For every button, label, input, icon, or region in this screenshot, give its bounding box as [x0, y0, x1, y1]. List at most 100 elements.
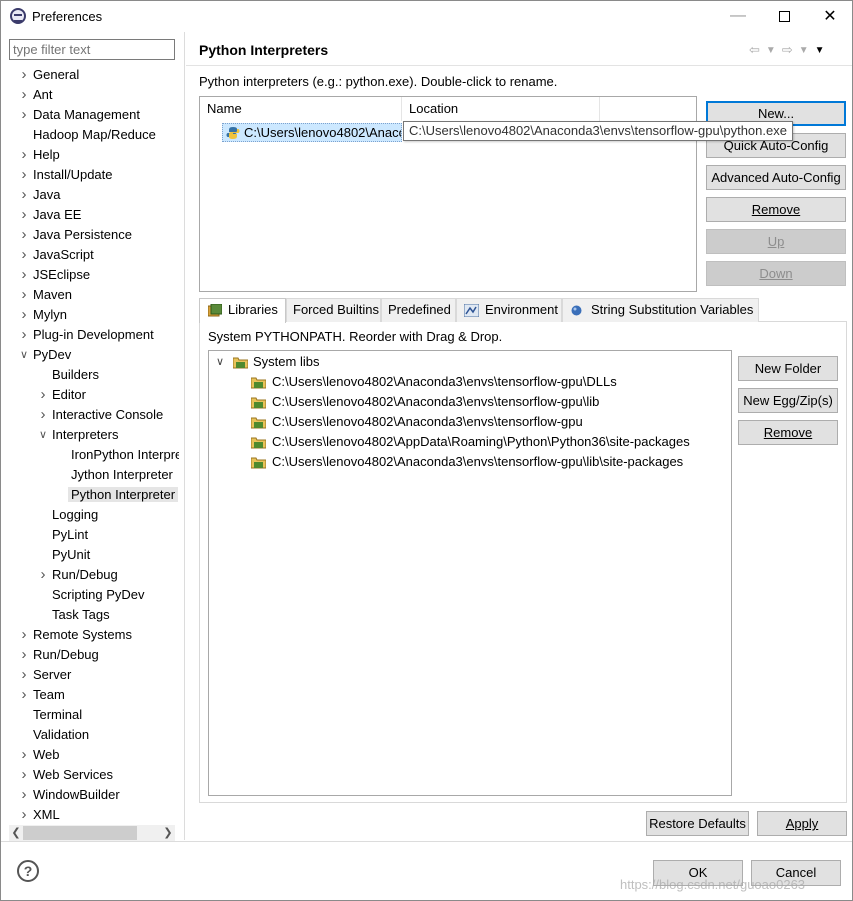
tree-item[interactable]: › Mylyn	[22, 305, 67, 325]
tree-item[interactable]: › XML	[22, 805, 60, 825]
chevron-right-icon[interactable]: ›	[37, 565, 49, 585]
tree-item[interactable]: Python Interpreter	[68, 485, 179, 505]
tree-item[interactable]: › Web	[22, 745, 60, 765]
tree-item[interactable]: › Editor	[41, 385, 86, 405]
tree-item[interactable]: › General	[22, 65, 80, 85]
tree-item[interactable]: › Interactive Console	[41, 405, 164, 425]
tree-item[interactable]: › Run/Debug	[22, 645, 99, 665]
chevron-right-icon[interactable]: ›	[18, 145, 30, 165]
tree-item[interactable]: PyLint	[52, 525, 88, 545]
tree-item[interactable]: › Team	[22, 685, 65, 705]
tree-item[interactable]: › Web Services	[22, 765, 113, 785]
tree-item[interactable]: › Data Management	[22, 105, 140, 125]
library-path-row[interactable]: C:\Users\lenovo4802\Anaconda3\envs\tenso…	[251, 372, 617, 392]
system-libs-tree[interactable]: ∨ System libs C:\Users\lenovo4802\Anacon…	[208, 350, 732, 796]
scrollbar-thumb[interactable]	[23, 826, 137, 840]
column-header-location[interactable]: Location	[402, 97, 600, 121]
chevron-right-icon[interactable]: ›	[18, 105, 30, 125]
chevron-right-icon[interactable]: ›	[18, 285, 30, 305]
chevron-right-icon[interactable]: ›	[18, 165, 30, 185]
tab-predefined[interactable]: Predefined	[381, 298, 456, 322]
forward-icon[interactable]: ⇨	[782, 42, 793, 58]
tree-item[interactable]: Validation	[33, 725, 89, 745]
advanced-auto-config-button[interactable]: Advanced Auto-Config	[706, 165, 846, 190]
tree-item[interactable]: Hadoop Map/Reduce	[33, 125, 156, 145]
tree-item[interactable]: Logging	[52, 505, 98, 525]
tab-libraries[interactable]: Libraries	[199, 298, 286, 323]
chevron-right-icon[interactable]: ›	[18, 625, 30, 645]
tree-item[interactable]: › Run/Debug	[41, 565, 118, 585]
chevron-down-icon[interactable]: ∨	[18, 345, 30, 365]
table-row[interactable]: C:\Users\lenovo4802\Anaco	[222, 123, 402, 142]
help-icon[interactable]: ?	[17, 860, 39, 882]
chevron-right-icon[interactable]: ›	[18, 765, 30, 785]
forward-menu-icon[interactable]: ▼	[799, 45, 809, 56]
view-menu-icon[interactable]: ▼	[815, 45, 825, 56]
chevron-right-icon[interactable]: ›	[18, 645, 30, 665]
up-button[interactable]: Up	[706, 229, 846, 254]
preferences-tree[interactable]: › General › Ant › Data Management Hadoop Map/R…	[9, 65, 179, 825]
remove-library-button[interactable]: Remove	[738, 420, 838, 445]
back-menu-icon[interactable]: ▼	[766, 45, 776, 56]
chevron-right-icon[interactable]: ›	[18, 685, 30, 705]
tree-item[interactable]: › JavaScript	[22, 245, 94, 265]
apply-button[interactable]: Apply	[757, 811, 847, 836]
chevron-right-icon[interactable]: ›	[18, 265, 30, 285]
tree-item[interactable]: ∨ Interpreters	[39, 425, 119, 445]
chevron-right-icon[interactable]: ›	[18, 85, 30, 105]
chevron-right-icon[interactable]: ›	[18, 205, 30, 225]
new-egg-zip-button[interactable]: New Egg/Zip(s)	[738, 388, 838, 413]
tab-forced-builtins[interactable]: Forced Builtins	[286, 298, 381, 322]
chevron-right-icon[interactable]: ›	[18, 665, 30, 685]
close-button[interactable]: ✕	[807, 1, 853, 31]
restore-defaults-button[interactable]: Restore Defaults	[646, 811, 749, 836]
chevron-right-icon[interactable]: ›	[18, 785, 30, 805]
tree-item[interactable]: › Help	[22, 145, 60, 165]
chevron-right-icon[interactable]: ›	[37, 385, 49, 405]
tree-item[interactable]: Task Tags	[52, 605, 110, 625]
tree-item[interactable]: › WindowBuilder	[22, 785, 120, 805]
tree-item[interactable]: ∨ PyDev	[20, 345, 71, 365]
chevron-right-icon[interactable]: ›	[18, 65, 30, 85]
chevron-down-icon[interactable]: ∨	[37, 425, 49, 445]
chevron-right-icon[interactable]: ›	[18, 225, 30, 245]
tree-item[interactable]: › JSEclipse	[22, 265, 91, 285]
tab-environment[interactable]: Environment	[456, 298, 562, 322]
tree-item[interactable]: Builders	[52, 365, 99, 385]
library-path-row[interactable]: C:\Users\lenovo4802\AppData\Roaming\Pyth…	[251, 432, 690, 452]
new-folder-button[interactable]: New Folder	[738, 356, 838, 381]
chevron-right-icon[interactable]: ›	[37, 405, 49, 425]
back-icon[interactable]: ⇦	[749, 42, 760, 58]
column-header-name[interactable]: Name	[200, 97, 402, 121]
library-path-row[interactable]: C:\Users\lenovo4802\Anaconda3\envs\tenso…	[251, 412, 583, 432]
minimize-button[interactable]: —	[715, 1, 761, 31]
tree-item[interactable]: PyUnit	[52, 545, 90, 565]
system-libs-node[interactable]: ∨ System libs	[214, 352, 319, 372]
tree-item[interactable]: Scripting PyDev	[52, 585, 144, 605]
tree-item[interactable]: › Java Persistence	[22, 225, 133, 245]
tab-string-substitution[interactable]: String Substitution Variables	[562, 298, 759, 322]
chevron-right-icon[interactable]: ›	[18, 305, 30, 325]
remove-interpreter-button[interactable]: Remove	[706, 197, 846, 222]
scroll-left-icon[interactable]: ❮	[9, 825, 23, 841]
down-button[interactable]: Down	[706, 261, 846, 286]
chevron-right-icon[interactable]: ›	[18, 805, 30, 825]
maximize-button[interactable]	[761, 1, 807, 31]
tree-item[interactable]: Jython Interpreter	[71, 465, 173, 485]
library-path-row[interactable]: C:\Users\lenovo4802\Anaconda3\envs\tenso…	[251, 392, 599, 412]
chevron-right-icon[interactable]: ›	[18, 245, 30, 265]
scroll-right-icon[interactable]: ❯	[161, 825, 175, 841]
tree-item[interactable]: › Server	[22, 665, 72, 685]
tree-item[interactable]: › Remote Systems	[22, 625, 132, 645]
tree-item[interactable]: › Plug-in Development	[22, 325, 154, 345]
library-path-row[interactable]: C:\Users\lenovo4802\Anaconda3\envs\tenso…	[251, 452, 683, 472]
tree-item[interactable]: › Java	[22, 185, 61, 205]
tree-item[interactable]: › Maven	[22, 285, 73, 305]
tree-item[interactable]: Terminal	[33, 705, 82, 725]
tree-item[interactable]: › Java EE	[22, 205, 82, 225]
chevron-right-icon[interactable]: ›	[18, 185, 30, 205]
tree-horizontal-scrollbar[interactable]: ❮ ❯	[9, 825, 175, 841]
tree-item[interactable]: IronPython Interpreter	[71, 445, 179, 465]
chevron-down-icon[interactable]: ∨	[216, 352, 224, 372]
tree-item[interactable]: › Ant	[22, 85, 53, 105]
